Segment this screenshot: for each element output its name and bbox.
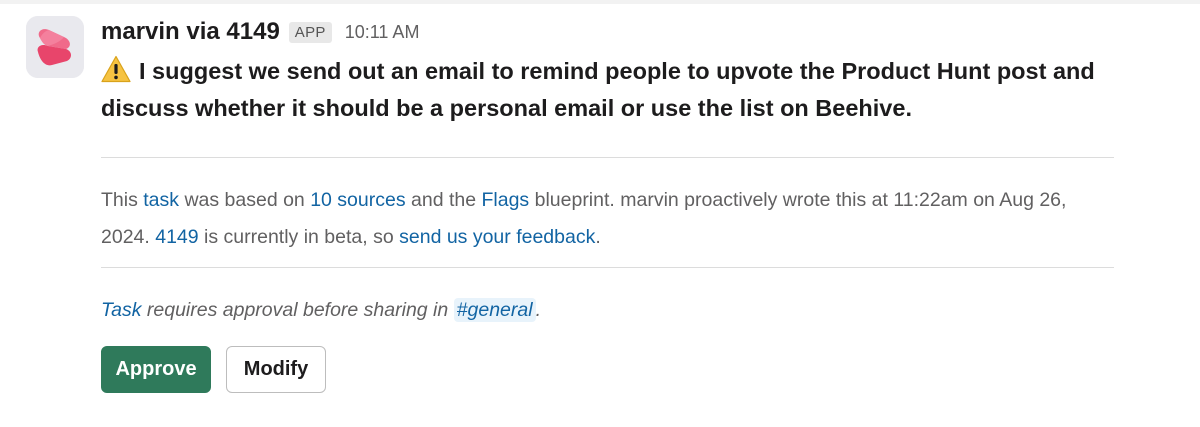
section-divider xyxy=(101,267,1114,268)
channel-link[interactable]: #general xyxy=(453,298,536,322)
message-headline: I suggest we send out an email to remind… xyxy=(101,53,1113,127)
action-buttons: Approve Modify xyxy=(101,346,326,393)
meta-text: and the xyxy=(405,189,482,211)
sender-name[interactable]: marvin via 4149 xyxy=(101,18,280,46)
flags-link[interactable]: Flags xyxy=(482,189,530,211)
task-meta: This task was based on 10 sources and th… xyxy=(101,182,1114,256)
meta-text: . xyxy=(595,226,601,248)
meta-text: was based on xyxy=(179,189,311,211)
approval-text: requires approval before sharing in xyxy=(141,299,454,321)
timestamp[interactable]: 10:11 AM xyxy=(345,22,420,43)
app-badge: APP xyxy=(288,21,332,43)
marvin-logo-icon xyxy=(26,16,84,78)
section-divider xyxy=(101,157,1114,158)
meta-text: This xyxy=(101,189,144,211)
warning-icon xyxy=(101,55,131,83)
message-content: marvin via 4149 APP 10:11 AM I suggest w… xyxy=(101,14,1121,127)
task-link[interactable]: task xyxy=(143,189,179,211)
approval-note: Task requires approval before sharing in… xyxy=(101,292,541,328)
modify-button[interactable]: Modify xyxy=(226,346,326,393)
app-link-4149[interactable]: 4149 xyxy=(155,226,198,248)
message: marvin via 4149 APP 10:11 AM I suggest w… xyxy=(0,0,1200,427)
sources-link[interactable]: 10 sources xyxy=(310,189,405,211)
approval-end: . xyxy=(535,299,541,321)
meta-text: is currently in beta, so xyxy=(198,226,400,248)
approval-task-link[interactable]: Task xyxy=(101,299,141,321)
message-header: marvin via 4149 APP 10:11 AM xyxy=(101,14,1121,50)
headline-text: I suggest we send out an email to remind… xyxy=(101,58,1095,121)
feedback-link[interactable]: send us your feedback xyxy=(399,226,595,248)
avatar[interactable] xyxy=(26,16,84,78)
approve-button[interactable]: Approve xyxy=(101,346,211,393)
